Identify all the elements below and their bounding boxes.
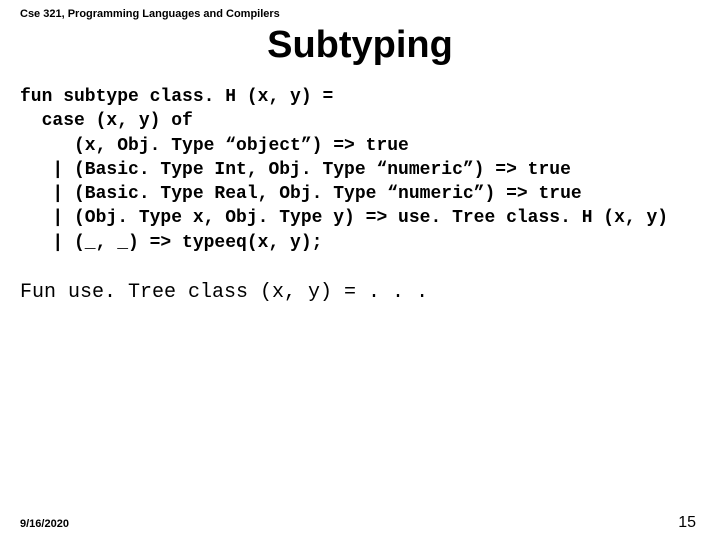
code-line-7: | (_, _) => typeeq(x, y); <box>20 233 322 253</box>
code-line-3: (x, Obj. Type “object”) => true <box>20 136 409 156</box>
footer-date: 9/16/2020 <box>20 518 69 530</box>
slide-title: Subtyping <box>20 24 700 67</box>
page-number: 15 <box>678 514 696 532</box>
code-block: fun subtype class. H (x, y) = case (x, y… <box>20 85 700 255</box>
slide: Cse 321, Programming Languages and Compi… <box>0 0 720 540</box>
code-line-6: | (Obj. Type x, Obj. Type y) => use. Tre… <box>20 208 668 228</box>
code-line-1: fun subtype class. H (x, y) = <box>20 87 333 107</box>
function-line: Fun use. Tree class (x, y) = . . . <box>20 281 700 304</box>
course-header: Cse 321, Programming Languages and Compi… <box>20 8 700 20</box>
code-line-4: | (Basic. Type Int, Obj. Type “numeric”)… <box>20 160 571 180</box>
code-line-5: | (Basic. Type Real, Obj. Type “numeric”… <box>20 184 582 204</box>
code-line-2: case (x, y) of <box>20 111 193 131</box>
